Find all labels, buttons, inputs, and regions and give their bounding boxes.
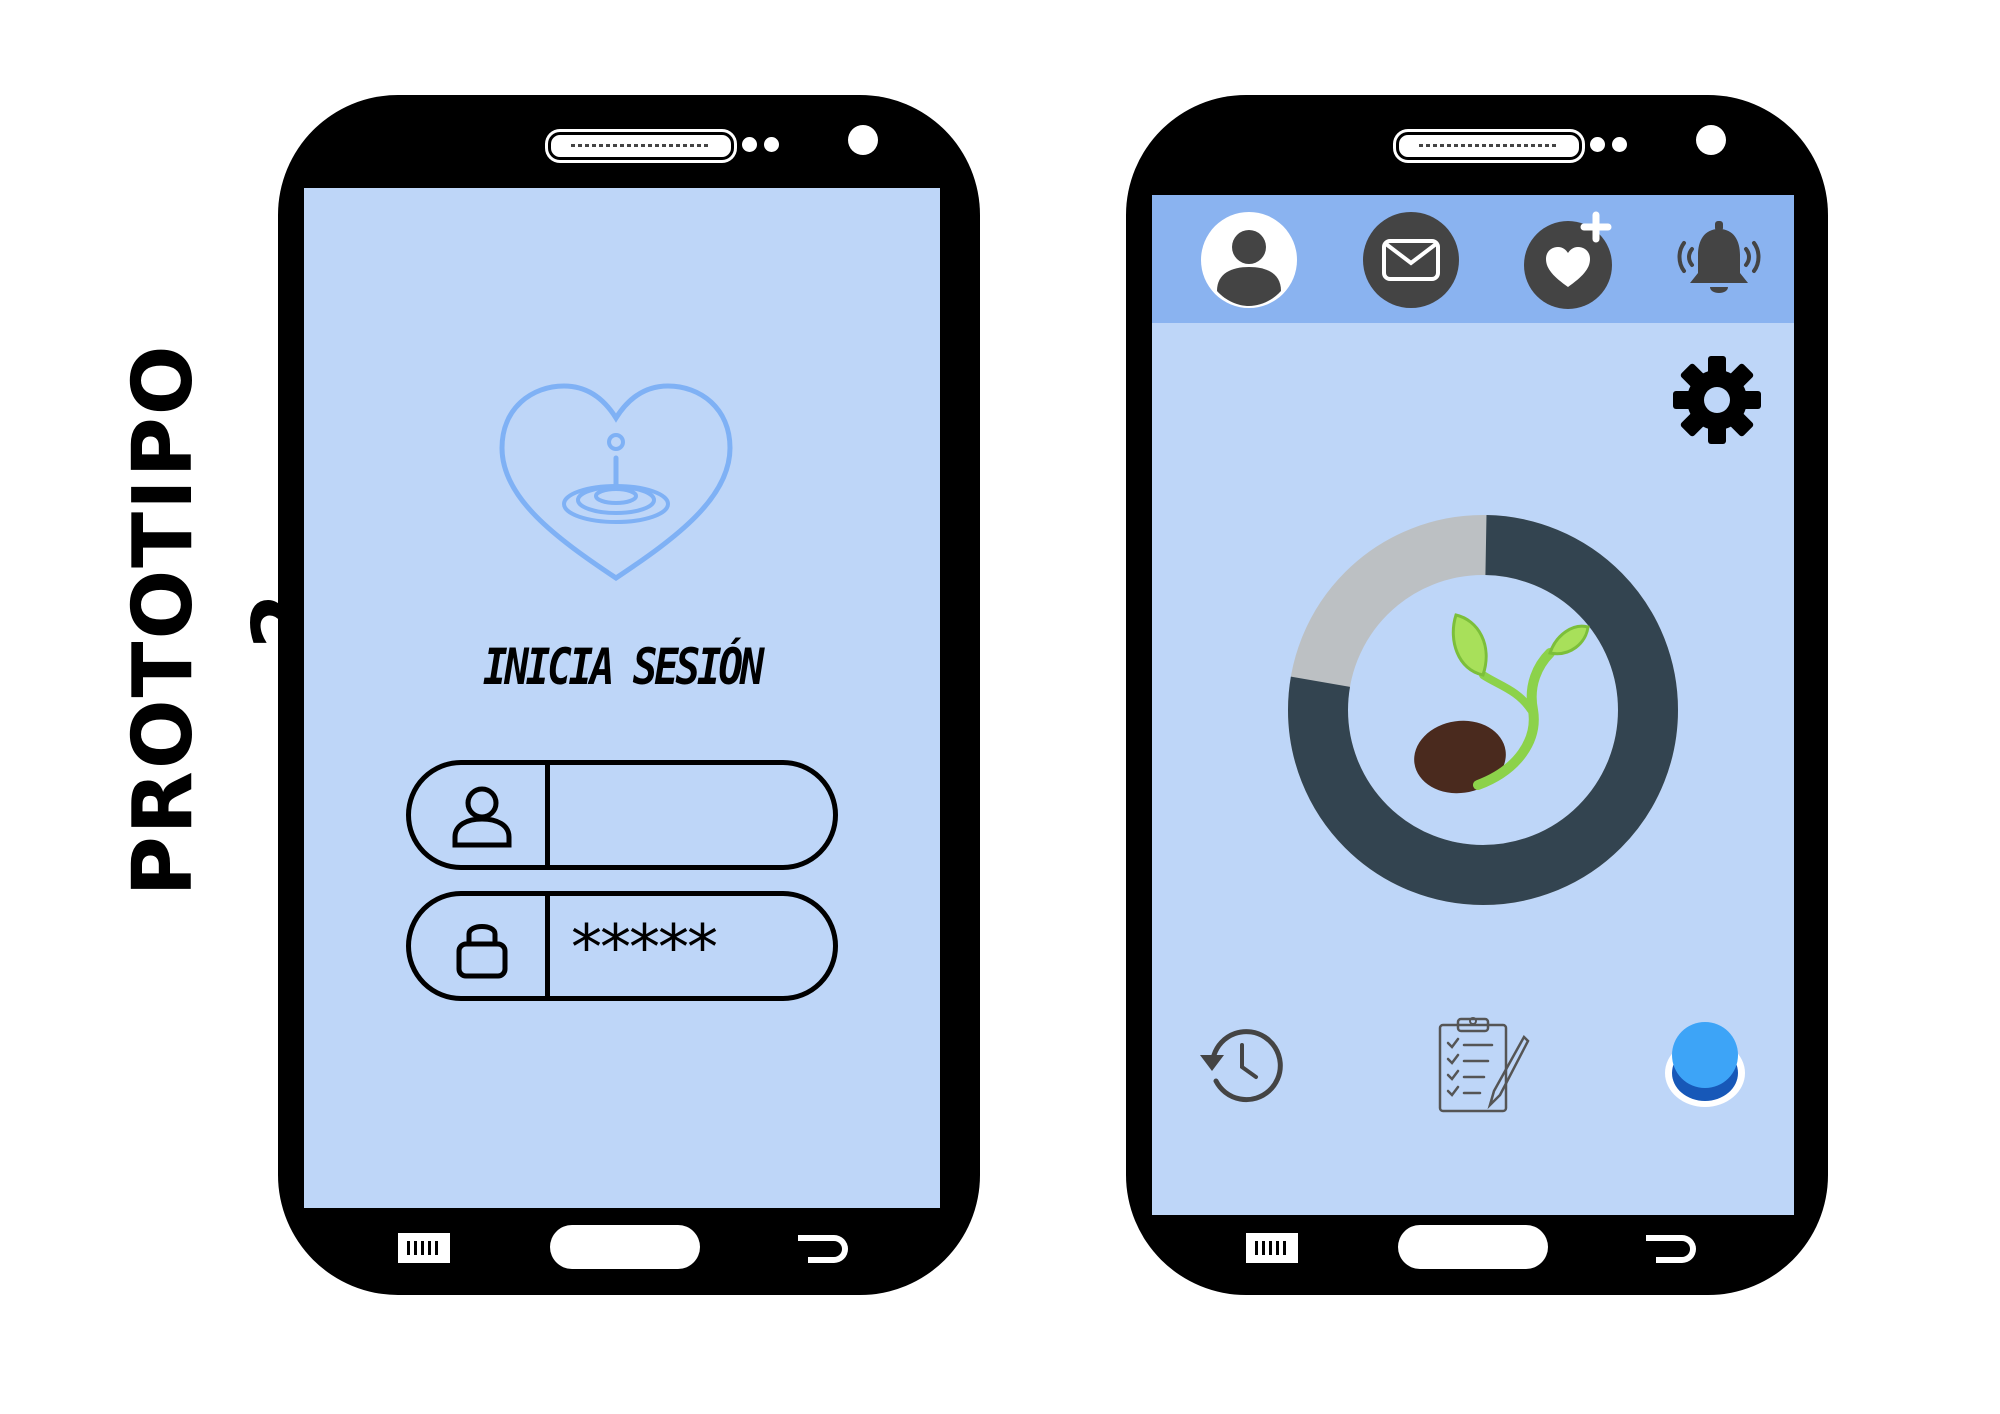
password-input[interactable]: ***** (571, 910, 813, 984)
sensor-dot (764, 137, 779, 152)
lock-icon (456, 924, 508, 979)
login-screen: INICIA SESIÓN ***** (304, 188, 940, 1208)
field-divider (545, 765, 550, 865)
sensor-dot (1590, 137, 1605, 152)
home-nav-button[interactable] (550, 1225, 700, 1269)
back-nav-button[interactable] (1646, 1235, 1696, 1263)
phone-dashboard (1126, 95, 1828, 1295)
username-input[interactable] (571, 779, 813, 851)
phone-login: INICIA SESIÓN ***** (278, 95, 980, 1295)
bell-ringing-icon[interactable] (1670, 211, 1768, 309)
user-icon (452, 786, 512, 848)
mail-icon[interactable] (1362, 211, 1460, 309)
password-field[interactable]: ***** (406, 891, 838, 1001)
sprout-icon (1414, 613, 1590, 794)
dashboard-screen (1152, 195, 1794, 1215)
front-camera (848, 125, 878, 155)
earpiece (548, 132, 734, 160)
field-divider (545, 896, 550, 996)
sensor-dot (1612, 137, 1627, 152)
earpiece (1396, 132, 1582, 160)
top-bar (1152, 195, 1794, 323)
front-camera (1696, 125, 1726, 155)
clipboard-checklist-icon[interactable] (1432, 1015, 1530, 1113)
home-nav-button[interactable] (1398, 1225, 1548, 1269)
gear-icon[interactable] (1672, 355, 1762, 445)
history-icon[interactable] (1190, 1015, 1288, 1113)
menu-nav-button[interactable] (398, 1233, 450, 1263)
progress-ring (1288, 515, 1678, 905)
blue-button-icon[interactable] (1656, 1015, 1754, 1113)
sensor-dot (742, 137, 757, 152)
username-field[interactable] (406, 760, 838, 870)
profile-icon[interactable] (1200, 211, 1298, 309)
back-nav-button[interactable] (798, 1235, 848, 1263)
heart-plus-icon[interactable] (1524, 211, 1622, 309)
heart-water-drop-icon (499, 383, 733, 582)
menu-nav-button[interactable] (1246, 1233, 1298, 1263)
side-title: PROTOTIPO 2 (116, 343, 331, 897)
login-title: INICIA SESIÓN (482, 638, 765, 696)
